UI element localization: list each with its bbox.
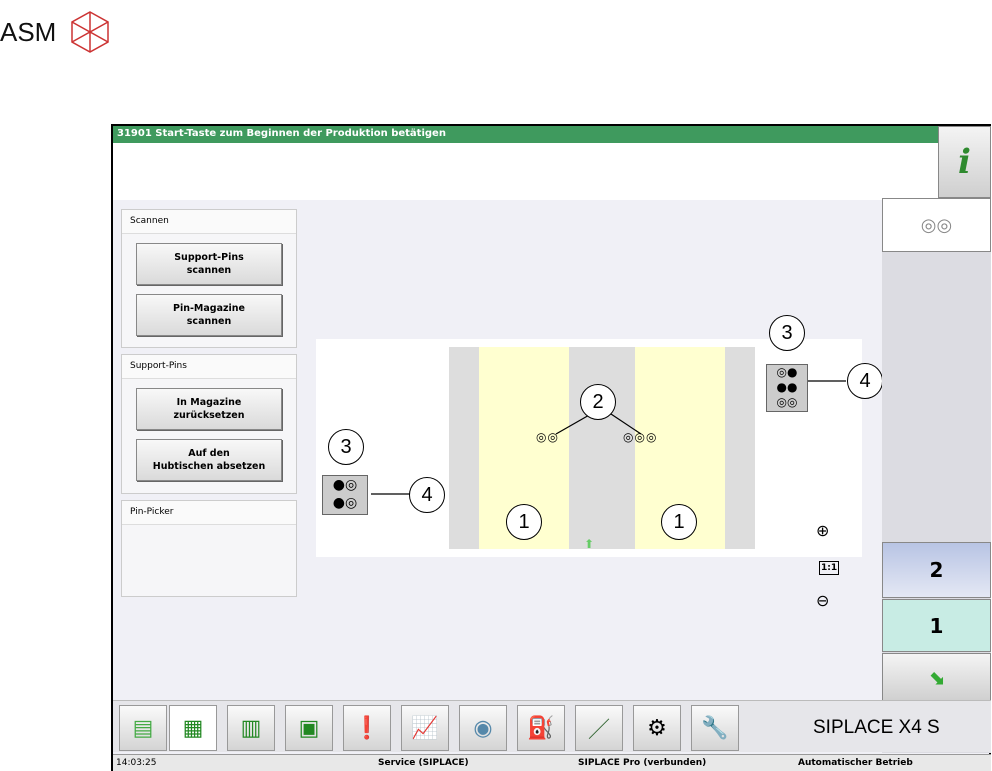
- pins-icon: ◎◎: [920, 214, 953, 236]
- callout-1: 1: [661, 504, 697, 540]
- zoom-reset-button[interactable]: 1:1: [819, 561, 840, 575]
- placement-grid-icon[interactable]: ▦: [169, 705, 217, 751]
- callout-2: 2: [580, 384, 616, 420]
- wrench-icon[interactable]: 🔧: [691, 705, 739, 751]
- pin-magazine-right[interactable]: ◎● ●● ◎◎: [766, 364, 808, 412]
- group-support-pins: Support-Pins In Magazine zurücksetzen Au…: [121, 354, 297, 494]
- group-header: Support-Pins: [122, 355, 296, 379]
- conveyor-1-button[interactable]: 1: [882, 599, 991, 652]
- place-on-lift-table-button[interactable]: Auf den Hubtischen absetzen: [136, 439, 282, 481]
- main-toolbar: ▤ ▦ ▥ ▣ ❗ 📈 ◉ ⛽ ／ ⚙ 🔧 SIPLACE X4 S: [113, 700, 991, 752]
- exit-button[interactable]: ⬊: [882, 653, 991, 701]
- operation-mode: Automatischer Betrieb: [798, 758, 913, 768]
- info-button[interactable]: i: [938, 126, 991, 198]
- messages-icon[interactable]: ❗: [343, 705, 391, 751]
- transport-arrow-icon: ⬆: [584, 537, 595, 551]
- callout-4: 4: [847, 363, 883, 399]
- oil-can-icon[interactable]: ⛽: [517, 705, 565, 751]
- status-bar: 14:03:25 Service (SIPLACE) SIPLACE Pro (…: [113, 754, 991, 771]
- layout-icon[interactable]: ▣: [285, 705, 333, 751]
- camera-icon[interactable]: ◉: [459, 705, 507, 751]
- group-scannen: Scannen Support-Pins scannen Pin-Magazin…: [121, 209, 297, 348]
- logo-text: ASM: [0, 16, 57, 47]
- return-to-magazine-button[interactable]: In Magazine zurücksetzen: [136, 388, 282, 430]
- bar-chart-icon[interactable]: ▥: [227, 705, 275, 751]
- pin-magazine-left[interactable]: ●◎ ●◎: [322, 475, 368, 515]
- machine-model: SIPLACE X4 S: [813, 717, 940, 738]
- conveyor-2-button[interactable]: 2: [882, 542, 991, 598]
- scan-pin-magazines-button[interactable]: Pin-Magazine scannen: [136, 294, 282, 336]
- group-pin-picker: Pin-Picker: [121, 500, 297, 597]
- user-status: Service (SIPLACE): [378, 758, 469, 768]
- asm-logo: ASM: [0, 10, 110, 54]
- boards-icon[interactable]: ▤: [119, 705, 167, 751]
- hand-gear-icon[interactable]: ⚙: [633, 705, 681, 751]
- siplace-window: 31901 Start-Taste zum Beginnen der Produ…: [111, 124, 991, 771]
- zoom-in-icon[interactable]: ⊕: [816, 521, 829, 540]
- graph-icon[interactable]: 📈: [401, 705, 449, 751]
- group-header: Scannen: [122, 210, 296, 234]
- asm-logo-icon: [71, 11, 110, 53]
- message-area: [113, 143, 938, 200]
- arrow-exit-icon: ⬊: [928, 665, 945, 689]
- clock: 14:03:25: [116, 758, 157, 768]
- message-bar: 31901 Start-Taste zum Beginnen der Produ…: [113, 126, 938, 143]
- pins-tab[interactable]: ◎◎: [882, 198, 991, 252]
- callout-4: 4: [409, 477, 445, 513]
- info-icon: i: [958, 142, 971, 182]
- connection-status: SIPLACE Pro (verbunden): [578, 758, 707, 768]
- nozzle-icon[interactable]: ／: [575, 705, 623, 751]
- scan-support-pins-button[interactable]: Support-Pins scannen: [136, 243, 282, 285]
- zoom-out-icon[interactable]: ⊖: [816, 591, 829, 610]
- right-panel: ◎◎ 2 1 ⬊: [882, 198, 991, 753]
- pin-layout-canvas[interactable]: ◎◎ ◎◎◎ 2 1 1 ●◎ ●◎ 3 4 ◎● ●● ◎◎ 3 4 ⬆ ⊕ 1:1…: [316, 315, 883, 610]
- callout-3: 3: [769, 315, 805, 351]
- callout-1: 1: [506, 504, 542, 540]
- callout-3: 3: [328, 429, 364, 465]
- group-header: Pin-Picker: [122, 501, 296, 525]
